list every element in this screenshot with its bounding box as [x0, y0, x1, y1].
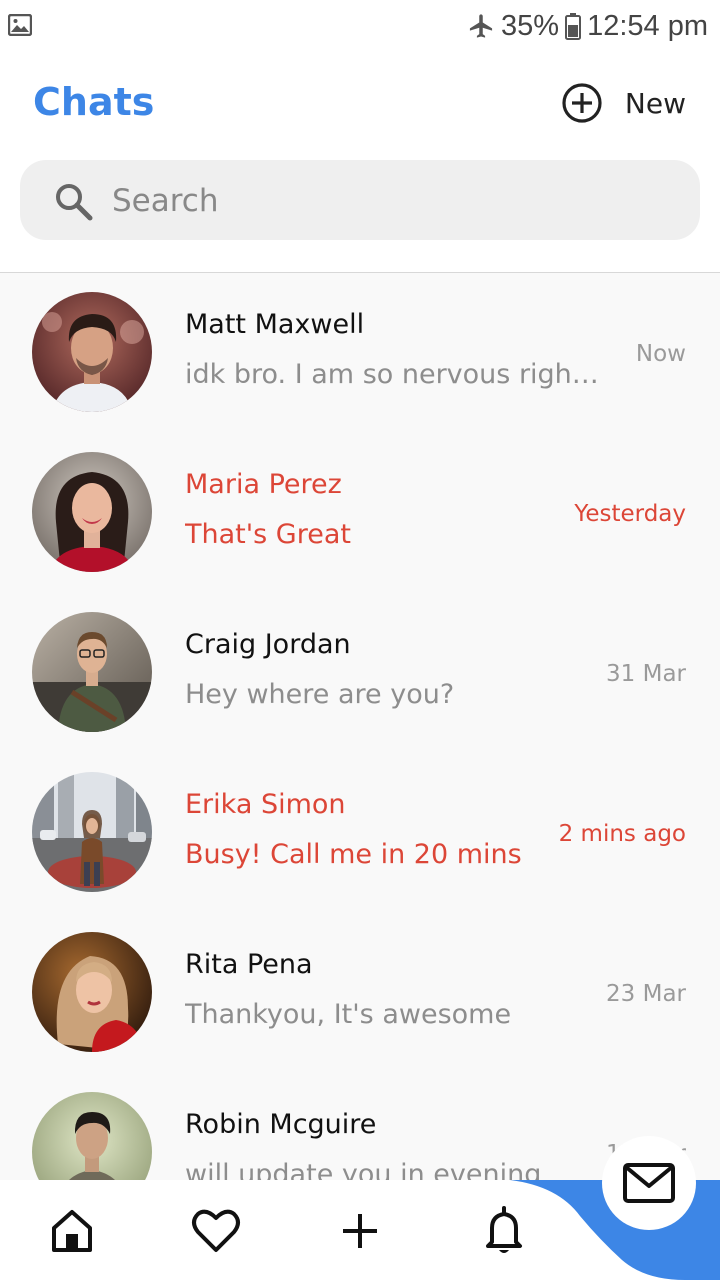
battery-icon — [565, 13, 582, 40]
chat-row-matt-maxwell[interactable]: Matt Maxwell idk bro. I am so nervous ri… — [0, 273, 720, 433]
avatar — [32, 772, 152, 892]
contact-name: Craig Jordan — [185, 629, 351, 660]
search-bar — [20, 160, 700, 242]
new-chat-label: New — [624, 86, 686, 120]
home-icon — [52, 1210, 92, 1252]
bell-icon — [486, 1206, 522, 1253]
chat-row-erika-simon[interactable]: Erika Simon Busy! Call me in 20 mins 2 m… — [0, 753, 720, 913]
last-message: Busy! Call me in 20 mins — [185, 839, 522, 870]
last-message: Hey where are you? — [185, 679, 455, 710]
contact-name: Robin Mcguire — [185, 1109, 377, 1140]
message-time: Now — [635, 341, 686, 367]
status-icons: 35% 12:54 pm — [467, 6, 708, 46]
plus-icon — [343, 1214, 377, 1248]
message-time: Yesterday — [574, 501, 686, 527]
last-message: idk bro. I am so nervous right now — [185, 359, 605, 390]
chat-list: Matt Maxwell idk bro. I am so nervous ri… — [0, 273, 720, 1180]
new-chat-button[interactable]: New — [561, 82, 686, 124]
header: Chats New — [0, 52, 720, 273]
bottom-nav — [0, 1136, 720, 1280]
search-input[interactable] — [110, 160, 674, 242]
search-icon — [56, 184, 93, 221]
last-message: Thankyou, It's awesome — [185, 999, 512, 1030]
message-time: 23 Mar — [606, 981, 686, 1007]
favorites-button[interactable] — [188, 1202, 244, 1258]
clock: 12:54 pm — [587, 9, 708, 42]
gallery-icon — [8, 14, 32, 36]
message-time: 2 mins ago — [558, 821, 686, 847]
contact-name: Rita Pena — [185, 949, 313, 980]
notifications-button[interactable] — [476, 1202, 532, 1258]
chat-row-craig-jordan[interactable]: Craig Jordan Hey where are you? 31 Mar — [0, 593, 720, 753]
airplane-icon — [469, 14, 493, 38]
avatar — [32, 1092, 152, 1180]
chat-row-rita-pena[interactable]: Rita Pena Thankyou, It's awesome 23 Mar — [0, 913, 720, 1073]
contact-name: Matt Maxwell — [185, 309, 365, 340]
home-button[interactable] — [44, 1202, 100, 1258]
heart-icon — [192, 1209, 240, 1252]
last-message: will update you in evening — [185, 1159, 542, 1180]
page-title: Chats — [33, 80, 155, 124]
avatar — [32, 612, 152, 732]
avatar — [32, 292, 152, 412]
contact-name: Erika Simon — [185, 789, 346, 820]
status-bar: 35% 12:54 pm — [0, 0, 720, 52]
add-button[interactable] — [332, 1202, 388, 1258]
plus-circle-icon — [562, 83, 602, 123]
messages-fab[interactable] — [602, 1136, 696, 1230]
contact-name: Maria Perez — [185, 469, 342, 500]
last-message: That's Great — [185, 519, 351, 550]
battery-percent: 35% — [501, 9, 560, 42]
message-time: 31 Mar — [606, 661, 686, 687]
avatar — [32, 452, 152, 572]
avatar — [32, 932, 152, 1052]
mail-icon — [623, 1163, 675, 1203]
chat-row-maria-perez[interactable]: Maria Perez That's Great Yesterday — [0, 433, 720, 593]
